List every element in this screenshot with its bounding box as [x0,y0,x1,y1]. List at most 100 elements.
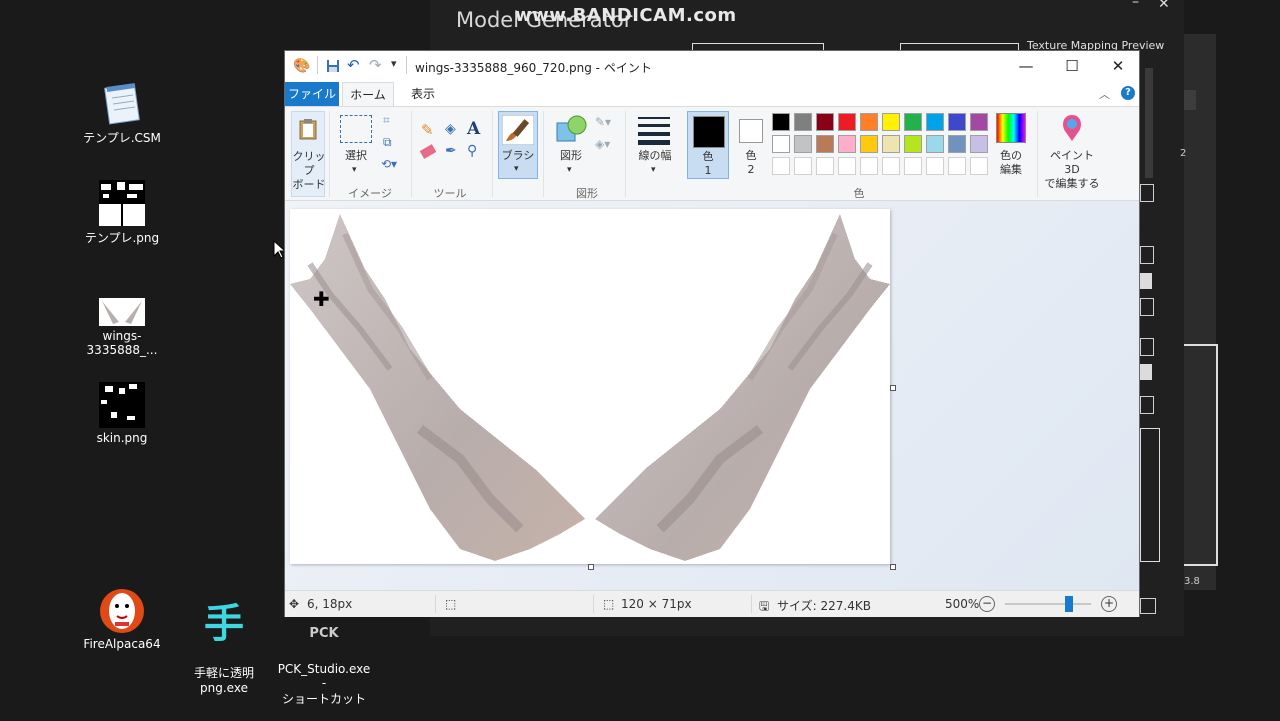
bg-field[interactable] [1140,364,1152,380]
palette-color-swatch[interactable] [772,135,790,153]
palette-empty-swatch[interactable] [882,157,900,175]
bg-scroll-thumb[interactable] [1184,90,1196,110]
desktop-icon-wings[interactable]: wings-3335888_... [76,298,168,357]
edit-colors-label[interactable]: 色の 編集 [989,149,1033,177]
desktop-icon-pck-studio[interactable]: PCK PCK_Studio.exe - ショートカット [276,610,372,721]
select-label[interactable]: 選択 [337,149,375,163]
help-icon[interactable]: ? [1121,86,1135,100]
zoom-in-button[interactable]: + [1101,596,1117,612]
palette-color-swatch[interactable] [794,113,812,131]
minimize-button[interactable]: — [1003,51,1049,82]
line-width-label[interactable]: 線の幅 [633,149,677,163]
palette-empty-swatch[interactable] [926,157,944,175]
color1-button[interactable]: 色 1 [687,111,729,179]
desktop-icon-firealpaca[interactable]: FireAlpaca64 [78,584,166,651]
fill-icon[interactable]: ◈ [445,121,456,137]
qat-customize-icon[interactable]: ▾ [391,57,397,70]
shapes-icon[interactable] [555,113,587,145]
desktop-icon-template-csm[interactable]: テンプレ.CSM [78,80,166,146]
desktop-icon-tegaru[interactable]: 手 手軽に透明 png.exe [180,584,268,709]
zoom-slider-track[interactable] [1005,603,1091,605]
palette-color-swatch[interactable] [882,135,900,153]
pencil-icon[interactable]: ✎ [421,121,434,139]
shapes-dropdown-icon[interactable]: ▾ [567,165,572,175]
palette-color-swatch[interactable] [838,135,856,153]
line-width-icon[interactable] [637,115,671,145]
select-icon[interactable] [340,115,372,143]
desktop-icon-label: 手軽に透明 png.exe [193,666,254,695]
bg-field[interactable] [1140,273,1152,289]
bg-field[interactable] [1140,298,1154,316]
paint3d-icon[interactable] [1059,113,1085,143]
bg-field[interactable] [1140,184,1154,202]
palette-empty-swatch[interactable] [838,157,856,175]
desktop-icon-skin-png[interactable]: skin.png [78,382,166,445]
resize-handle-corner[interactable] [890,564,896,570]
palette-empty-swatch[interactable] [772,157,790,175]
desktop-icon-template-png[interactable]: テンプレ.png [78,180,166,246]
close-button[interactable]: ✕ [1095,51,1141,82]
palette-empty-swatch[interactable] [816,157,834,175]
bg-field[interactable] [1140,396,1154,414]
bandicam-watermark: www.BANDICAM.com [515,5,737,26]
tab-file[interactable]: ファイル [285,82,339,106]
palette-color-swatch[interactable] [926,113,944,131]
palette-empty-swatch[interactable] [970,157,988,175]
save-icon[interactable] [326,59,340,73]
undo-icon[interactable]: ↶ [347,56,360,74]
bg-field[interactable] [1140,338,1154,356]
palette-color-swatch[interactable] [948,113,966,131]
palette-empty-swatch[interactable] [948,157,966,175]
zoom-out-button[interactable]: − [979,596,995,612]
resize-handle-bottom[interactable] [588,564,594,570]
palette-color-swatch[interactable] [816,113,834,131]
bg-field[interactable] [1140,598,1156,614]
palette-color-swatch[interactable] [816,135,834,153]
color2-button[interactable]: 色 2 [731,111,773,179]
palette-color-swatch[interactable] [794,135,812,153]
palette-color-swatch[interactable] [904,135,922,153]
palette-empty-swatch[interactable] [794,157,812,175]
palette-color-swatch[interactable] [970,113,988,131]
palette-color-swatch[interactable] [926,135,944,153]
eraser-icon[interactable] [419,144,437,159]
palette-color-swatch[interactable] [772,113,790,131]
palette-color-swatch[interactable] [860,113,878,131]
crop-icon[interactable]: ⌗ [383,113,390,128]
fill-shape-icon[interactable]: ◈▾ [595,137,610,151]
palette-color-swatch[interactable] [860,135,878,153]
canvas-area[interactable]: ✚ [285,201,1139,590]
tab-home[interactable]: ホーム [342,82,394,106]
text-icon[interactable]: A [467,119,480,139]
color-picker-icon[interactable]: ✒ [445,143,457,159]
rotate-icon[interactable]: ⟲▾ [381,157,397,171]
shapes-label[interactable]: 図形 [553,149,589,163]
brush-dropdown-icon[interactable]: ▾ [514,164,519,174]
image-canvas[interactable] [290,209,890,564]
resize-handle-right[interactable] [890,385,896,391]
zoom-slider-thumb[interactable] [1065,596,1073,612]
clipboard-group[interactable]: クリップ ボード [291,111,326,197]
palette-color-swatch[interactable] [838,113,856,131]
maximize-button[interactable]: ☐ [1049,51,1095,82]
collapse-ribbon-icon[interactable]: ︿ [1099,86,1110,102]
outline-icon[interactable]: ✎▾ [595,115,611,129]
palette-color-swatch[interactable] [882,113,900,131]
palette-color-swatch[interactable] [970,135,988,153]
bg-minimize-icon[interactable]: – [1132,0,1139,10]
select-dropdown-icon[interactable]: ▾ [352,165,357,175]
tab-view[interactable]: 表示 [397,82,449,106]
line-width-dropdown-icon[interactable]: ▾ [651,165,656,175]
palette-color-swatch[interactable] [948,135,966,153]
resize-icon[interactable]: ⧉ [383,135,392,150]
edit-colors-icon[interactable] [996,113,1026,143]
redo-icon[interactable]: ↷ [369,56,382,74]
brush-button[interactable]: ブラシ ▾ [498,111,538,179]
palette-empty-swatch[interactable] [860,157,878,175]
bg-close-icon[interactable]: ✕ [1158,0,1170,12]
paint3d-label[interactable]: ペイント 3D で編集する [1041,149,1103,191]
bg-field[interactable] [1140,246,1154,264]
palette-empty-swatch[interactable] [904,157,922,175]
magnifier-icon[interactable]: ⚲ [467,143,477,159]
palette-color-swatch[interactable] [904,113,922,131]
